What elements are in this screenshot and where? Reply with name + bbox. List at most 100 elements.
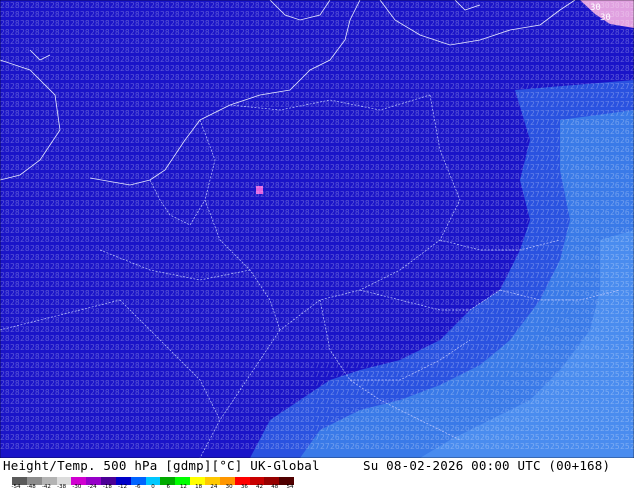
temperature-label: 28: [470, 190, 480, 199]
temperature-label: 28: [40, 82, 50, 91]
temperature-label: 28: [260, 379, 270, 388]
temperature-label: 28: [370, 352, 380, 361]
temperature-label: 26: [370, 424, 380, 433]
temperature-label: 28: [330, 118, 340, 127]
temperature-label: 28: [600, 37, 610, 46]
temperature-label: 26: [490, 415, 500, 424]
temperature-label: 26: [610, 181, 620, 190]
temperature-label: 28: [200, 217, 210, 226]
temperature-label: 28: [420, 145, 430, 154]
temperature-label: 28: [480, 253, 490, 262]
temperature-label: 28: [510, 181, 520, 190]
temperature-label: 28: [50, 370, 60, 379]
temperature-label: 28: [120, 118, 130, 127]
temperature-label: 28: [230, 1, 240, 10]
temperature-label: 28: [80, 343, 90, 352]
temperature-label: 28: [360, 1, 370, 10]
temperature-label: 28: [280, 19, 290, 28]
temperature-label: 28: [570, 73, 580, 82]
temperature-label: 28: [300, 271, 310, 280]
temperature-label: 27: [590, 82, 600, 91]
temperature-label: 28: [60, 46, 70, 55]
temperature-label: 28: [60, 37, 70, 46]
temperature-label: 28: [630, 28, 634, 37]
temperature-label: 28: [170, 127, 180, 136]
temperature-label: 25: [540, 442, 550, 451]
temperature-label: 28: [260, 208, 270, 217]
temperature-label: 28: [580, 1, 590, 10]
temperature-label: 28: [230, 298, 240, 307]
temperature-label: 28: [260, 145, 270, 154]
temperature-label: 28: [190, 442, 200, 451]
temperature-label: 28: [350, 28, 360, 37]
temperature-label: 28: [240, 217, 250, 226]
temperature-label: 28: [40, 64, 50, 73]
temperature-label: 28: [180, 1, 190, 10]
temperature-label: 26: [420, 433, 430, 442]
temperature-label: 27: [590, 109, 600, 118]
temperature-label: 28: [350, 55, 360, 64]
temperature-label: 28: [50, 163, 60, 172]
temperature-label: 28: [540, 64, 550, 73]
temperature-label: 28: [270, 199, 280, 208]
temperature-label: 28: [80, 190, 90, 199]
temperature-label: 28: [440, 253, 450, 262]
temperature-label: 28: [240, 316, 250, 325]
temperature-label: 28: [290, 289, 300, 298]
temperature-label: 28: [410, 73, 420, 82]
temperature-label: 28: [50, 82, 60, 91]
temperature-label: 28: [510, 109, 520, 118]
temperature-label: 28: [260, 91, 270, 100]
temperature-label: 28: [310, 10, 320, 19]
temperature-label: 28: [190, 325, 200, 334]
temperature-label: 27: [390, 388, 400, 397]
temperature-label: 28: [450, 244, 460, 253]
temperature-label: 28: [420, 334, 430, 343]
temperature-label: 28: [130, 190, 140, 199]
temperature-label: 28: [230, 145, 240, 154]
temperature-label: 28: [260, 235, 270, 244]
temperature-label: 28: [480, 190, 490, 199]
temperature-label: 26: [510, 406, 520, 415]
temperature-label: 27: [500, 307, 510, 316]
temperature-label: 28: [370, 10, 380, 19]
temperature-label: 28: [110, 172, 120, 181]
temperature-label: 27: [550, 235, 560, 244]
temperature-label: 28: [190, 208, 200, 217]
temperature-label: 28: [360, 298, 370, 307]
temperature-label: 28: [450, 127, 460, 136]
legend-tick-label: -48: [27, 484, 36, 490]
temperature-label: 26: [550, 370, 560, 379]
temperature-label: 28: [390, 136, 400, 145]
temperature-label: 28: [230, 163, 240, 172]
temperature-label: 28: [90, 64, 100, 73]
temperature-label: 28: [320, 271, 330, 280]
temperature-label: 28: [530, 10, 540, 19]
temperature-label: 28: [0, 442, 10, 451]
temperature-label: 28: [90, 109, 100, 118]
temperature-label: 28: [260, 55, 270, 64]
temperature-label: 27: [460, 370, 470, 379]
temperature-label: 28: [80, 271, 90, 280]
temperature-label: 26: [590, 181, 600, 190]
temperature-label: 28: [310, 316, 320, 325]
temperature-label: 28: [500, 253, 510, 262]
temperature-label: 28: [330, 235, 340, 244]
temperature-label: 28: [310, 307, 320, 316]
temperature-label: 28: [400, 325, 410, 334]
temperature-label: 28: [590, 28, 600, 37]
temperature-label: 28: [420, 271, 430, 280]
temperature-label: 28: [170, 316, 180, 325]
temperature-label: 28: [200, 154, 210, 163]
temperature-label: 26: [510, 370, 520, 379]
temperature-label: 28: [180, 37, 190, 46]
temperature-label: 28: [460, 37, 470, 46]
temperature-label: 30: [620, 1, 630, 10]
temperature-label: 28: [120, 424, 130, 433]
temperature-label: 28: [220, 280, 230, 289]
temperature-label: 26: [450, 406, 460, 415]
temperature-label: 28: [160, 226, 170, 235]
temperature-label: 25: [610, 388, 620, 397]
temperature-label: 25: [600, 388, 610, 397]
temperature-label: 28: [360, 163, 370, 172]
